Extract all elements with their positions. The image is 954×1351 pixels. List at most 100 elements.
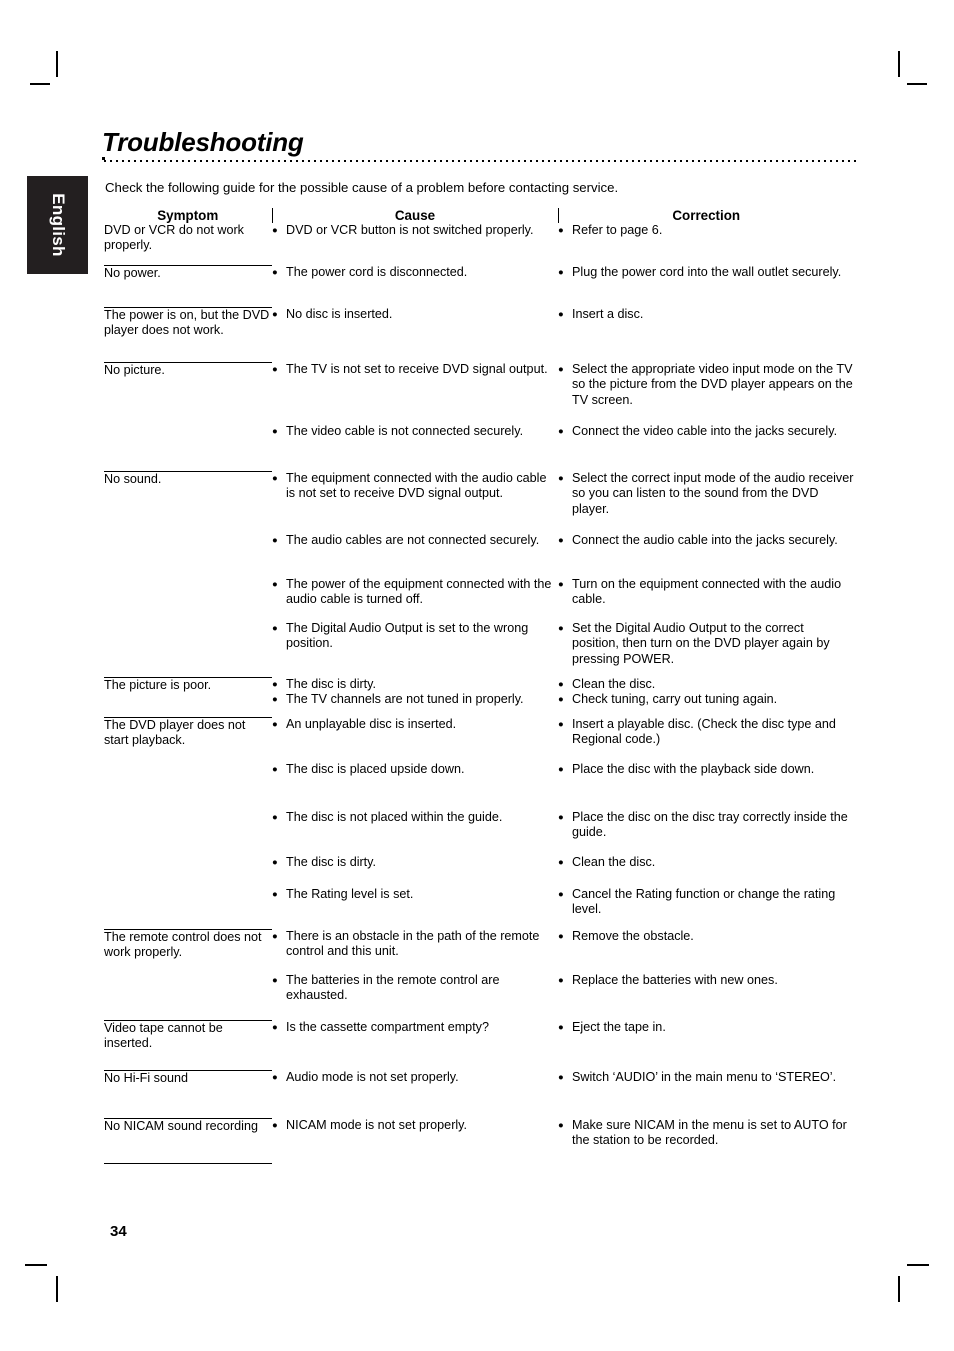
correction-bullet: Remove the obstacle.: [558, 928, 854, 944]
correction-bullet: Refer to page 6.: [558, 222, 854, 238]
cause-bullet: The disc is placed upside down.: [272, 761, 558, 777]
cause-cell: The disc is dirty.: [272, 854, 558, 887]
crop-mark-bottom-left-horizontal: [25, 1264, 47, 1266]
symptom-cell: No sound.: [104, 471, 272, 678]
cause-bullet: NICAM mode is not set properly.: [272, 1117, 558, 1133]
table-body: DVD or VCR do not work properly. DVD or V…: [104, 222, 854, 1164]
symptom-cell: DVD or VCR do not work properly.: [104, 223, 272, 266]
symptom-cell: Video tape cannot be inserted.: [104, 1020, 272, 1071]
crop-mark-top-right-vertical: [898, 51, 900, 77]
symptom-text: The power is on, but the DVD player does…: [104, 307, 270, 337]
correction-cell: Turn on the equipment connected with the…: [558, 577, 854, 621]
correction-bullet: Clean the disc.: [558, 676, 854, 692]
table-row: The remote control does not work properl…: [104, 928, 854, 1021]
crop-mark-top-left-vertical: [56, 51, 58, 77]
cause-bullet: The equipment connected with the audio c…: [272, 471, 558, 502]
cause-bullet: The disc is dirty.: [272, 676, 558, 692]
table-header-row: Symptom Cause Correction: [104, 208, 854, 223]
correction-bullet: Cancel the Rating function or change the…: [558, 887, 854, 918]
symptom-text: The DVD player does not start playback.: [104, 717, 246, 747]
correction-cell: Plug the power cord into the wall outlet…: [558, 264, 854, 307]
correction-bullet: Turn on the equipment connected with the…: [558, 577, 854, 608]
cause-cell: There is an obstacle in the path of the …: [272, 929, 558, 973]
correction-cell: Make sure NICAM in the menu is set to AU…: [558, 1118, 854, 1163]
cause-cell: The disc is placed upside down.: [272, 761, 558, 810]
symptom-text: The picture is poor.: [104, 677, 212, 692]
cause-cell: The audio cables are not connected secur…: [272, 532, 558, 577]
cause-bullet: The power of the equipment connected wit…: [272, 577, 558, 608]
troubleshooting-table-wrapper: Symptom Cause Correction DVD or VCR do n…: [104, 208, 854, 1164]
correction-cell: Place the disc on the disc tray correctl…: [558, 810, 854, 855]
correction-bullet: Insert a disc.: [558, 306, 854, 322]
correction-bullet: Make sure NICAM in the menu is set to AU…: [558, 1118, 854, 1149]
cause-cell: The Rating level is set.: [272, 886, 558, 929]
correction-bullet: Check tuning, carry out tuning again.: [558, 692, 854, 708]
table-row: No power. The power cord is disconnected.…: [104, 264, 854, 308]
table-row: No picture. The TV is not set to receive …: [104, 361, 854, 472]
symptom-cell: The power is on, but the DVD player does…: [104, 307, 272, 363]
cause-bullet: Is the cassette compartment empty?: [272, 1019, 558, 1035]
crop-mark-top-left-horizontal: [30, 83, 50, 85]
cause-cell: Audio mode is not set properly.: [272, 1069, 558, 1118]
correction-bullet: Place the disc with the playback side do…: [558, 761, 854, 777]
symptom-cell: No power.: [104, 265, 272, 308]
cause-cell: The batteries in the remote control are …: [272, 973, 558, 1020]
correction-bullet: Select the appropriate video input mode …: [558, 361, 854, 408]
correction-bullet: Connect the audio cable into the jacks s…: [558, 532, 854, 548]
cause-bullet: DVD or VCR button is not switched proper…: [272, 222, 558, 238]
symptom-text: No NICAM sound recording: [104, 1118, 258, 1133]
cause-bullet: No disc is inserted.: [272, 306, 558, 322]
correction-cell: Remove the obstacle.: [558, 928, 854, 973]
correction-cell: Place the disc with the playback side do…: [558, 761, 854, 810]
correction-cell: Clean the disc.: [558, 854, 854, 887]
correction-cell: Set the Digital Audio Output to the corr…: [558, 620, 854, 677]
correction-bullet: Place the disc on the disc tray correctl…: [558, 810, 854, 841]
cause-bullet: There is an obstacle in the path of the …: [272, 929, 558, 960]
symptom-text: No picture.: [104, 362, 165, 377]
cause-bullet: The TV channels are not tuned in properl…: [272, 692, 558, 708]
intro-text: Check the following guide for the possib…: [105, 180, 619, 195]
column-header-symptom: Symptom: [157, 208, 219, 223]
cause-bullet: The batteries in the remote control are …: [272, 973, 558, 1004]
table-row: No sound. The equipment connected with th…: [104, 470, 854, 678]
cause-bullet: The Digital Audio Output is set to the w…: [272, 621, 558, 652]
table-row: The DVD player does not start playback. A…: [104, 716, 854, 930]
crop-mark-bottom-right-vertical: [898, 1276, 900, 1302]
symptom-cell: The DVD player does not start playback.: [104, 717, 272, 930]
symptom-text: DVD or VCR do not work properly.: [104, 223, 244, 253]
correction-cell: Insert a disc.: [558, 306, 854, 362]
correction-cell: Select the appropriate video input mode …: [558, 361, 854, 424]
correction-cell: Select the correct input mode of the aud…: [558, 470, 854, 533]
correction-cell: Switch ‘AUDIO’ in the main menu to ‘STER…: [558, 1069, 854, 1118]
correction-cell: Cancel the Rating function or change the…: [558, 887, 854, 929]
correction-bullet: Eject the tape in.: [558, 1019, 854, 1035]
cause-cell: No disc is inserted.: [272, 306, 558, 362]
cause-cell: NICAM mode is not set properly.: [272, 1117, 558, 1163]
correction-bullet: Switch ‘AUDIO’ in the main menu to ‘STER…: [558, 1069, 854, 1085]
page-title: Troubleshooting: [102, 127, 304, 157]
cause-bullet: The audio cables are not connected secur…: [272, 532, 558, 548]
page-number: 34: [110, 1223, 127, 1240]
symptom-cell: No Hi-Fi sound: [104, 1070, 272, 1119]
cause-bullet: The Rating level is set.: [272, 886, 558, 902]
cause-cell: The disc is not placed within the guide.: [272, 809, 558, 855]
correction-cell: Refer to page 6.: [558, 222, 854, 265]
correction-bullet: Plug the power cord into the wall outlet…: [558, 264, 854, 280]
correction-cell: Clean the disc.Check tuning, carry out t…: [558, 676, 854, 717]
cause-cell: Is the cassette compartment empty?: [272, 1019, 558, 1070]
correction-bullet: Clean the disc.: [558, 854, 854, 870]
correction-cell: Connect the video cable into the jacks s…: [558, 423, 854, 471]
title-dotted-rule: [104, 160, 858, 162]
table-row: Video tape cannot be inserted. Is the cas…: [104, 1019, 854, 1071]
language-tab-label: English: [48, 193, 68, 257]
column-header-cause: Cause: [271, 208, 558, 223]
symptom-text: No Hi-Fi sound: [104, 1070, 188, 1085]
cause-bullet: An unplayable disc is inserted.: [272, 716, 558, 732]
crop-mark-top-right-horizontal: [907, 83, 927, 85]
correction-cell: Replace the batteries with new ones.: [558, 972, 854, 1020]
cause-cell: The video cable is not connected securel…: [272, 423, 558, 471]
table-row: No NICAM sound recording NICAM mode is no…: [104, 1117, 854, 1164]
cause-bullet: The disc is dirty.: [272, 854, 558, 870]
table-row: The picture is poor. The disc is dirty.Th…: [104, 676, 854, 718]
troubleshooting-table: Symptom Cause Correction DVD or VCR do n…: [104, 208, 854, 1164]
